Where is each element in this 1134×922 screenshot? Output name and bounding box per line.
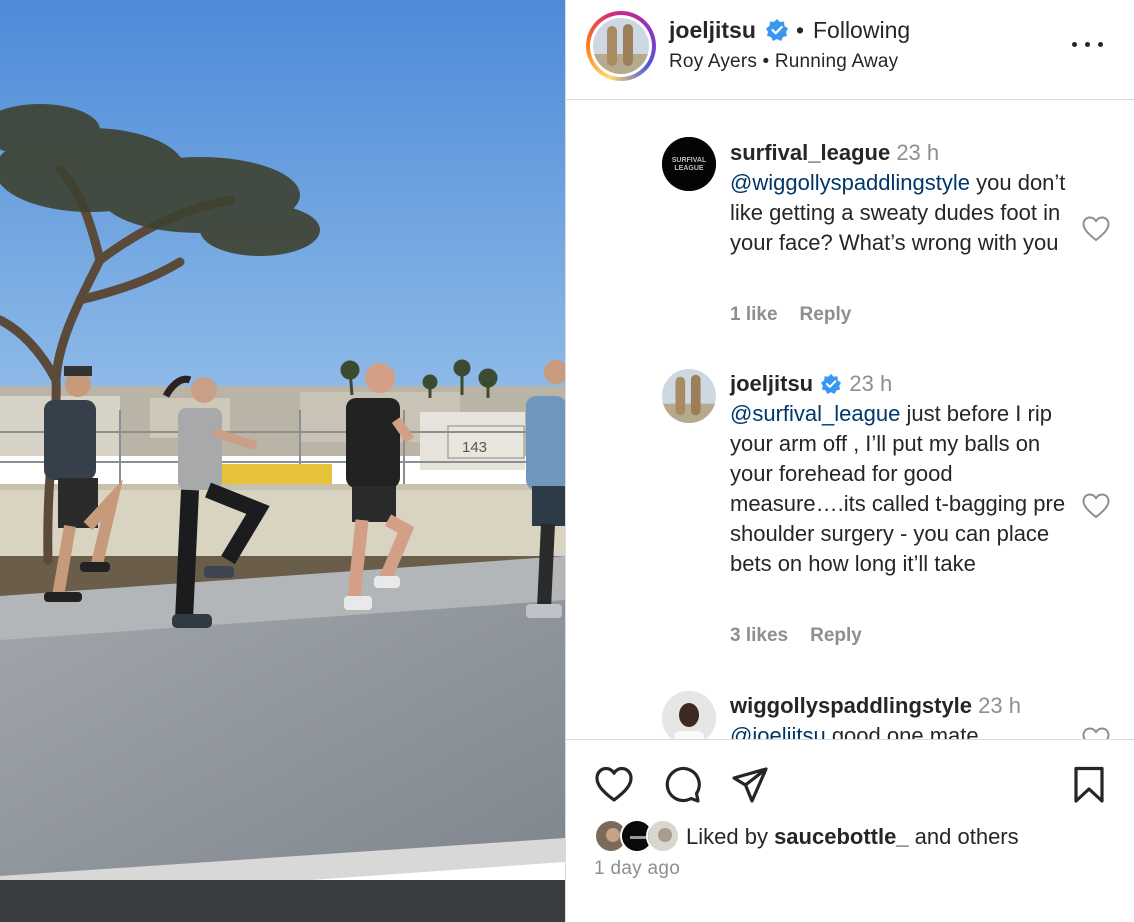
comment-like-heart-icon[interactable] (1082, 727, 1110, 739)
avatar-image (662, 691, 716, 739)
comment-like-count[interactable]: 1 like (730, 304, 778, 325)
author-avatar[interactable] (586, 11, 656, 81)
comment-mention[interactable]: @surfival_league (730, 401, 900, 426)
comment-mention[interactable]: @joeljitsu (730, 723, 826, 739)
comment-text: joeljitsu 23 h @surfival_league just bef… (730, 369, 1070, 579)
comment-body: just before I rip your arm off , I’ll pu… (730, 401, 1066, 576)
header-separator: • (796, 17, 805, 43)
comment-icon[interactable] (662, 765, 702, 805)
likes-summary[interactable]: Liked by saucebottle_ and others (594, 819, 1114, 855)
commenter-username[interactable]: surfival_league (730, 140, 890, 165)
comment-mention[interactable]: @wiggollyspaddlingstyle (730, 170, 970, 195)
post-actions: Liked by saucebottle_ and others 1 day a… (566, 739, 1134, 922)
post-timestamp[interactable]: 1 day ago (594, 858, 680, 880)
sign-number: 143 (462, 439, 487, 456)
post-video[interactable]: 143 (0, 0, 565, 922)
audio-track-link[interactable]: Roy Ayers • Running Away (669, 51, 898, 73)
commenter-avatar[interactable] (662, 369, 716, 423)
verified-badge-icon (766, 19, 788, 41)
comment-time[interactable]: 23 h (896, 140, 939, 165)
comment-time[interactable]: 23 h (849, 371, 892, 396)
liked-by-text[interactable]: Liked by saucebottle_ and others (686, 824, 1019, 850)
comments-list[interactable]: SURFIVAL LEAGUE surfival_league 23 h @wi… (566, 101, 1134, 739)
comment-like-count[interactable]: 3 likes (730, 625, 788, 646)
verified-badge-icon (821, 374, 842, 394)
comment-meta: 3 likes Reply (730, 625, 884, 647)
commenter-avatar[interactable] (662, 691, 716, 739)
commenter-username[interactable]: joeljitsu (730, 371, 813, 396)
post-header: joeljitsu • Following Roy Ayers • Runnin… (566, 0, 1134, 100)
commenter-avatar[interactable]: SURFIVAL LEAGUE (662, 137, 716, 191)
comment-text: surfival_league 23 h @wiggollyspaddlings… (730, 138, 1070, 258)
post-details-panel: joeljitsu • Following Roy Ayers • Runnin… (566, 0, 1134, 922)
liked-by-others[interactable]: and others (909, 824, 1019, 849)
share-icon[interactable] (730, 765, 770, 805)
reply-button[interactable]: Reply (800, 304, 852, 325)
avatar-image (662, 369, 716, 423)
liker-avatar (646, 819, 680, 853)
comment-text: wiggollyspaddlingstyle 23 h @joeljitsu g… (730, 691, 1070, 739)
commenter-username[interactable]: wiggollyspaddlingstyle (730, 693, 972, 718)
logo-text-top: SURFIVAL (672, 157, 707, 164)
logo-text-bottom: LEAGUE (674, 165, 704, 172)
video-frame: 143 (0, 0, 565, 922)
comment-body: good one mate (825, 723, 979, 739)
author-username[interactable]: joeljitsu (669, 17, 756, 44)
avatar-image (593, 18, 649, 74)
reply-button[interactable]: Reply (810, 625, 862, 646)
following-button[interactable]: Following (813, 17, 910, 44)
surfival-league-logo: SURFIVAL LEAGUE (662, 137, 716, 191)
comment-meta: 1 like Reply (730, 304, 873, 326)
comment-like-heart-icon[interactable] (1082, 493, 1110, 519)
liked-by-user[interactable]: saucebottle_ (774, 824, 909, 849)
comment-like-heart-icon[interactable] (1082, 216, 1110, 242)
heart-icon[interactable] (594, 765, 634, 805)
comment-time[interactable]: 23 h (978, 693, 1021, 718)
bookmark-icon[interactable] (1069, 765, 1109, 805)
liked-by-prefix: Liked by (686, 824, 775, 849)
more-options-icon[interactable] (1072, 34, 1104, 54)
